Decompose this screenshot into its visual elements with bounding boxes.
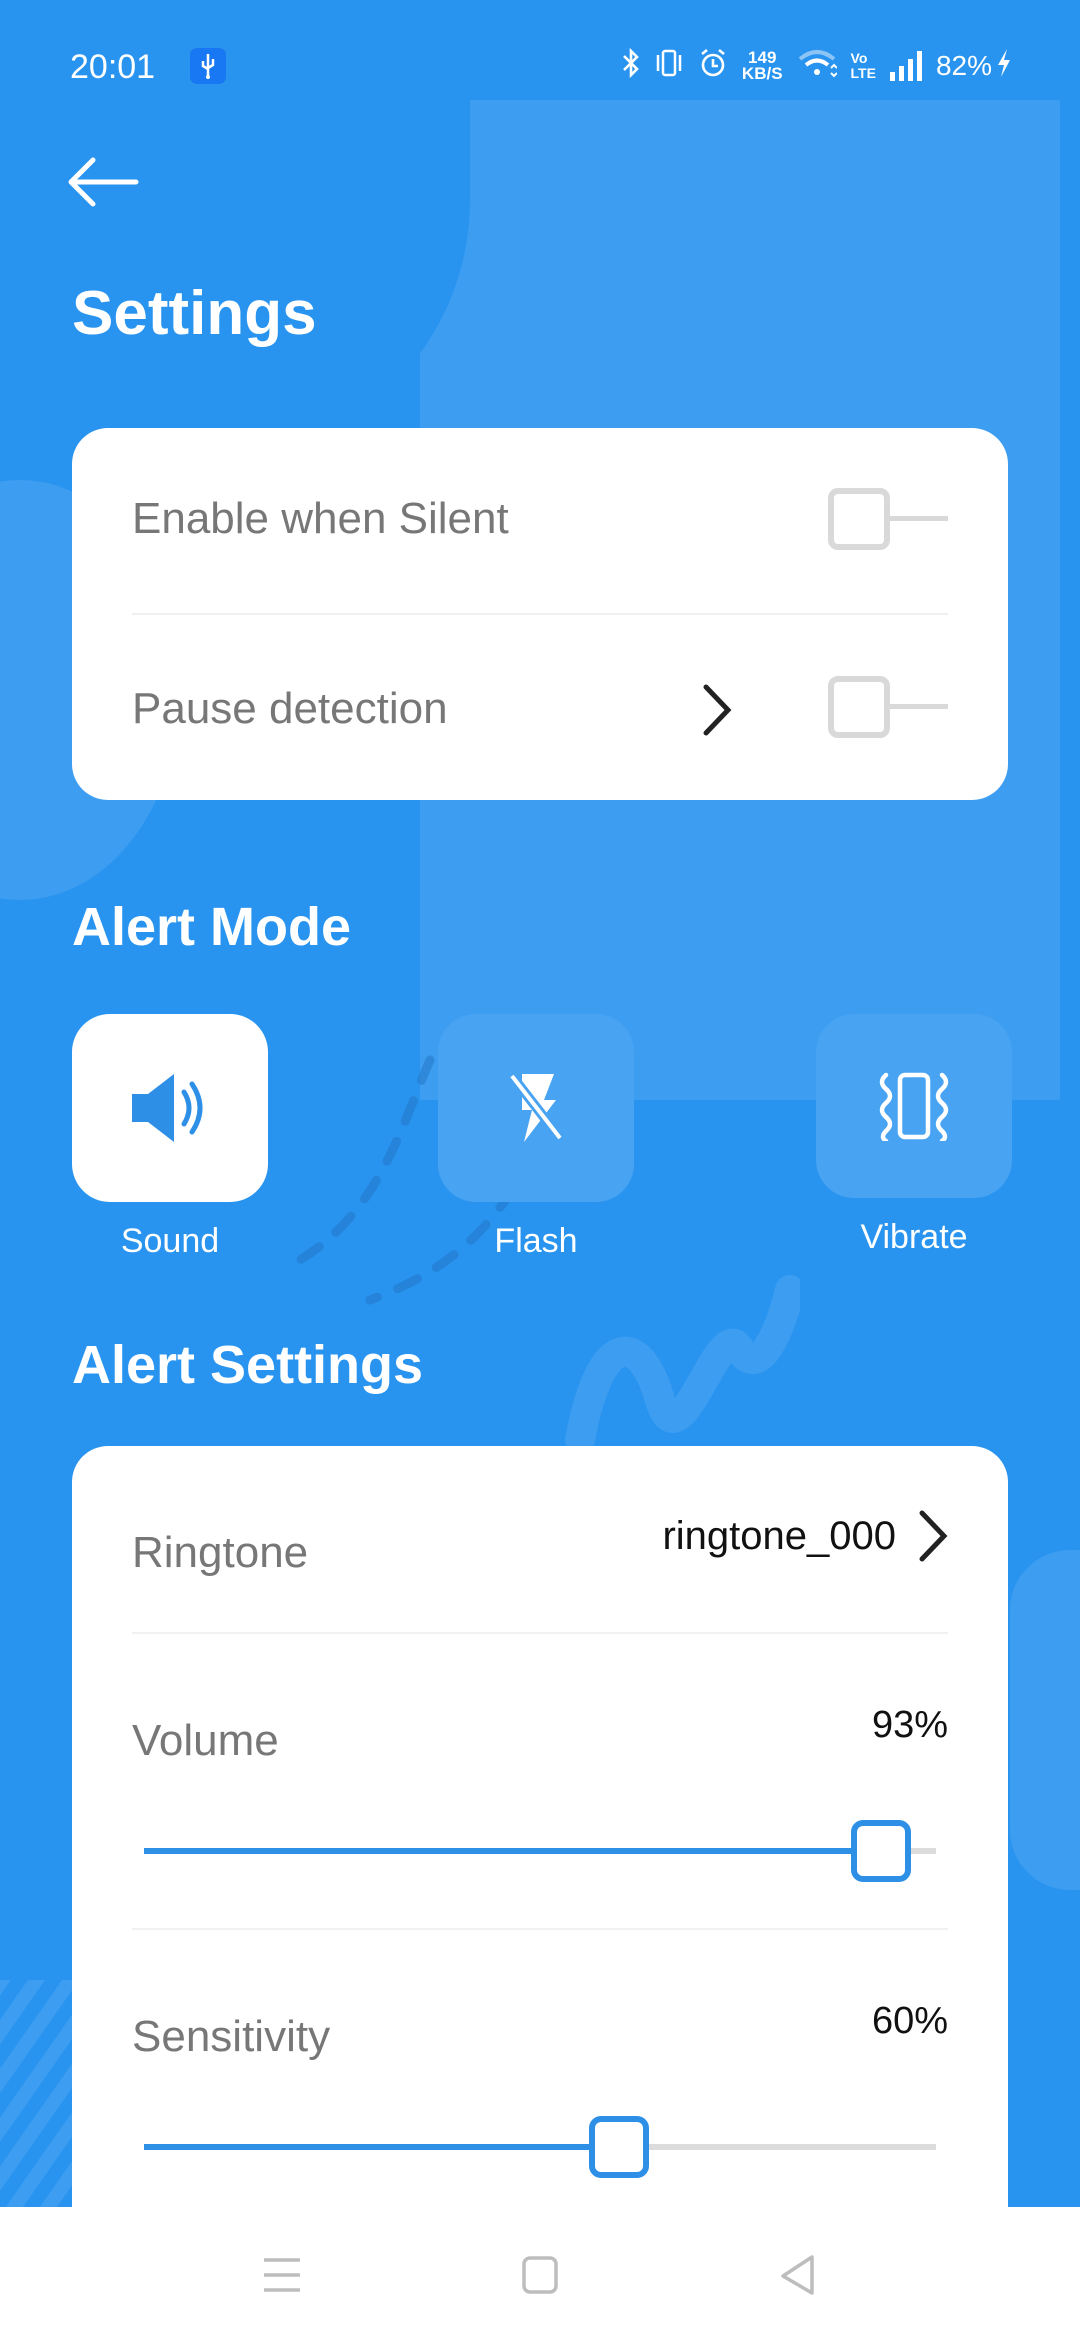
- wifi-icon: [797, 48, 838, 85]
- volume-slider-fill: [144, 1848, 881, 1854]
- vibrate-icon: [879, 1072, 949, 1141]
- system-nav-bar: [0, 2207, 1080, 2340]
- background-shape: [0, 60, 470, 460]
- vibrate-status-icon: [654, 48, 684, 85]
- flash-off-icon: [508, 1072, 564, 1142]
- page-title: Settings: [72, 279, 317, 348]
- sensitivity-label: Sensitivity: [132, 2012, 331, 2061]
- enable-when-silent-toggle[interactable]: [828, 488, 948, 550]
- volume-slider-thumb[interactable]: [850, 1820, 911, 1882]
- enable-when-silent-row[interactable]: Enable when Silent: [132, 484, 948, 554]
- back-triangle-icon: [781, 2255, 814, 2295]
- bluetooth-icon: [622, 47, 640, 85]
- pause-detection-label: Pause detection: [132, 684, 448, 733]
- sensitivity-value: 60%: [871, 2000, 948, 2042]
- mode-vibrate[interactable]: Vibrate: [816, 1014, 1012, 1257]
- volume-slider[interactable]: [144, 1820, 936, 1882]
- sensitivity-slider-fill: [144, 2144, 620, 2150]
- mode-flash[interactable]: Flash: [438, 1014, 634, 1261]
- pause-detection-row[interactable]: Pause detection: [132, 674, 948, 744]
- back-button[interactable]: [66, 150, 146, 214]
- alert-settings-title: Alert Settings: [72, 1335, 424, 1395]
- battery-text: 82%: [935, 50, 992, 81]
- sensitivity-slider-thumb[interactable]: [589, 2116, 650, 2178]
- mode-flash-tile[interactable]: [438, 1014, 634, 1202]
- mode-sound[interactable]: Sound: [72, 1014, 268, 1261]
- usb-icon: [190, 48, 226, 84]
- divider: [132, 1632, 948, 1634]
- arrow-left-icon: [68, 157, 139, 207]
- home-button[interactable]: [510, 2247, 570, 2303]
- back-nav-button[interactable]: [768, 2247, 828, 2303]
- chevron-right-icon[interactable]: [700, 682, 734, 738]
- pause-detection-toggle[interactable]: [828, 676, 948, 738]
- volte-indicator: Vo LTE: [850, 50, 876, 81]
- mode-vibrate-tile[interactable]: [816, 1014, 1012, 1198]
- volume-row: Volume: [132, 1706, 948, 1776]
- network-speed: 149 KB/S: [741, 48, 783, 83]
- mode-vibrate-label: Vibrate: [860, 1218, 968, 1256]
- ringtone-value[interactable]: ringtone_000: [662, 1514, 896, 1559]
- volume-label: Volume: [132, 1716, 279, 1765]
- ringtone-label: Ringtone: [132, 1528, 309, 1577]
- chevron-right-icon[interactable]: [916, 1508, 950, 1564]
- sensitivity-row: Sensitivity: [132, 2002, 948, 2072]
- recents-button[interactable]: [252, 2247, 312, 2303]
- mode-sound-tile[interactable]: [72, 1014, 268, 1202]
- menu-icon: [264, 2258, 300, 2292]
- general-settings-card: Enable when Silent Pause detection: [72, 428, 1008, 800]
- volume-value: 93%: [871, 1704, 948, 1746]
- background-squiggle: [565, 1275, 800, 1450]
- mode-sound-label: Sound: [120, 1222, 220, 1260]
- background-dot: [690, 800, 774, 846]
- alert-mode-title: Alert Mode: [72, 897, 352, 957]
- signal-icon: [889, 51, 922, 81]
- charging-icon: [996, 48, 1012, 85]
- alarm-icon: [698, 48, 728, 85]
- background-stripes: [0, 1980, 72, 2210]
- divider: [132, 613, 948, 615]
- alert-settings-card: Ringtone ringtone_000 Volume 93% Sensiti…: [72, 1446, 1008, 2226]
- speaker-icon: [132, 1074, 203, 1142]
- background-shape: [1010, 1550, 1080, 1890]
- mode-flash-label: Flash: [494, 1222, 578, 1260]
- home-icon: [522, 2256, 558, 2294]
- enable-when-silent-label: Enable when Silent: [132, 494, 509, 543]
- status-bar: 20:01 149 KB/S Vo LTE 82%: [0, 44, 1080, 88]
- sensitivity-slider[interactable]: [144, 2116, 936, 2178]
- divider: [132, 1928, 948, 1930]
- status-time: 20:01: [70, 48, 156, 86]
